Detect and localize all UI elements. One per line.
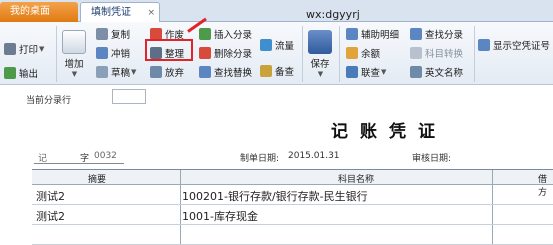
save-button[interactable]: 保存 ▼ bbox=[308, 30, 332, 78]
tab-fill-voucher[interactable]: 填制凭证 × bbox=[80, 2, 160, 22]
insert-row-icon bbox=[199, 28, 211, 40]
delete-entry-button[interactable]: 删除分录 bbox=[199, 46, 252, 60]
voucher-number-value[interactable]: 0032 bbox=[94, 151, 117, 161]
subject-cell[interactable]: 100201-银行存款/银行存款-民生银行 bbox=[182, 188, 368, 204]
table-row[interactable] bbox=[32, 225, 553, 245]
tab-bar: 我的桌面 填制凭证 × bbox=[0, 0, 553, 22]
date-value[interactable]: 2015.01.31 bbox=[288, 151, 340, 161]
watermark-text: wx:dgyyrj bbox=[306, 8, 360, 21]
date-label: 制单日期: bbox=[240, 154, 280, 164]
export-icon bbox=[4, 67, 16, 79]
balance-icon bbox=[346, 47, 358, 59]
close-icon[interactable]: × bbox=[147, 3, 155, 23]
insert-entry-button[interactable]: 插入分录 bbox=[199, 27, 252, 41]
table-row[interactable]: 测试2 100201-银行存款/银行存款-民生银行 bbox=[32, 185, 553, 205]
find-entry-icon bbox=[410, 28, 422, 40]
abandon-button[interactable]: 放弃 bbox=[150, 65, 184, 79]
english-name-icon bbox=[410, 66, 422, 78]
draft-button[interactable]: 草稿 ▼ bbox=[96, 65, 136, 79]
find-replace-button[interactable]: 查找替换 bbox=[199, 65, 252, 79]
delete-row-icon bbox=[199, 47, 211, 59]
flow-icon bbox=[260, 39, 272, 51]
voucher-title: 记账凭证 bbox=[331, 122, 447, 142]
current-entry-label: 当前分录行 bbox=[26, 96, 72, 106]
organize-highlight-box bbox=[145, 39, 193, 61]
voucher-entry-table: 摘要 科目名称 借方 测试2 100201-银行存款/银行存款-民生银行 测试2… bbox=[32, 169, 553, 245]
voucher-area: 当前分录行 记账凭证 记 字 0032 制单日期: 2015.01.31 审核日… bbox=[0, 85, 553, 245]
summary-cell[interactable]: 测试2 bbox=[36, 208, 65, 224]
summary-cell[interactable]: 测试2 bbox=[36, 188, 65, 204]
table-header: 摘要 科目名称 借方 bbox=[32, 170, 553, 198]
table-row[interactable]: 测试2 1001-库存现金 bbox=[32, 205, 553, 225]
audit-date-label: 审核日期: bbox=[412, 154, 452, 164]
subject-convert-button[interactable]: 科目转换 bbox=[410, 46, 463, 60]
current-entry-field[interactable] bbox=[112, 89, 146, 104]
linked-query-button[interactable]: 联查 ▼ bbox=[346, 65, 386, 79]
english-name-button[interactable]: 英文名称 bbox=[410, 65, 463, 79]
linked-query-icon bbox=[346, 66, 358, 78]
column-summary: 摘要 bbox=[88, 175, 107, 185]
memo-icon bbox=[260, 65, 272, 77]
print-button[interactable]: 打印 ▼ bbox=[4, 42, 44, 56]
abandon-icon bbox=[150, 66, 162, 78]
output-button[interactable]: 输出 bbox=[4, 66, 38, 80]
aux-detail-icon bbox=[346, 28, 358, 40]
aux-detail-button[interactable]: 辅助明细 bbox=[346, 27, 399, 41]
voucher-number-underline bbox=[34, 163, 124, 164]
subject-convert-icon bbox=[410, 47, 422, 59]
tab-fill-voucher-label: 填制凭证 bbox=[91, 7, 131, 18]
find-entry-button[interactable]: 查找分录 bbox=[410, 27, 463, 41]
copy-icon bbox=[96, 28, 108, 40]
draft-icon bbox=[96, 66, 108, 78]
column-subject: 科目名称 bbox=[338, 175, 375, 185]
find-replace-icon bbox=[199, 66, 211, 78]
save-disk-icon bbox=[308, 30, 332, 54]
memo-button[interactable]: 备查 bbox=[260, 64, 294, 78]
show-empty-voucher-icon bbox=[478, 39, 490, 51]
add-button[interactable]: 增加 ▼ bbox=[62, 30, 86, 78]
balance-button[interactable]: 余额 bbox=[346, 46, 380, 60]
subject-cell[interactable]: 1001-库存现金 bbox=[182, 208, 258, 224]
tab-my-desktop[interactable]: 我的桌面 bbox=[0, 2, 78, 22]
reverse-icon bbox=[96, 47, 108, 59]
reverse-button[interactable]: 冲销 bbox=[96, 46, 130, 60]
show-empty-voucher-no-button[interactable]: 显示空凭证号 bbox=[478, 38, 550, 52]
flow-button[interactable]: 流量 bbox=[260, 38, 294, 52]
copy-button[interactable]: 复制 bbox=[96, 27, 130, 41]
add-document-icon bbox=[62, 30, 86, 54]
printer-icon bbox=[4, 43, 16, 55]
